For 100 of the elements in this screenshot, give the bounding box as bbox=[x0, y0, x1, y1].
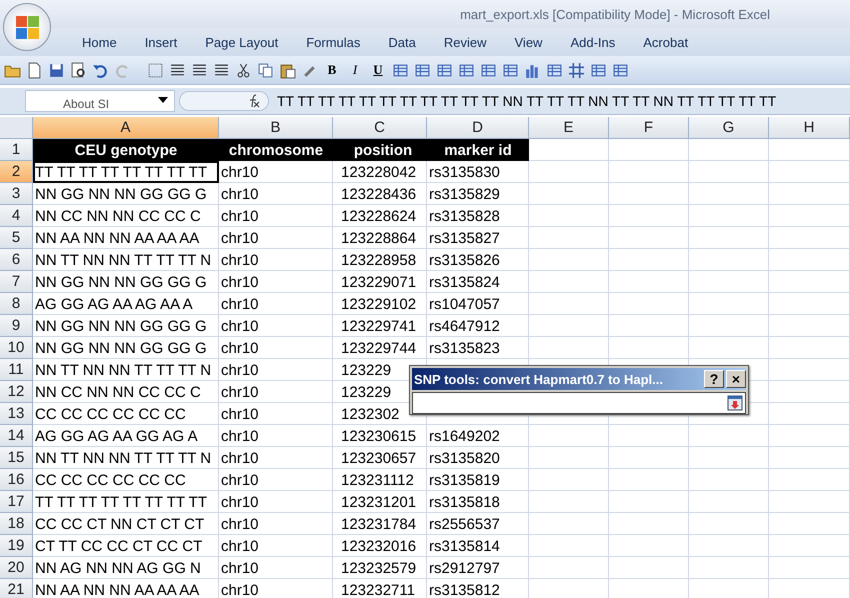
row-header[interactable]: 4 bbox=[0, 205, 33, 227]
row-header[interactable]: 13 bbox=[0, 403, 33, 425]
row-header[interactable]: 10 bbox=[0, 337, 33, 359]
table-icon[interactable] bbox=[612, 62, 629, 78]
row-header[interactable]: 19 bbox=[0, 535, 33, 557]
table-cell-text: NN GG NN NN GG GG G bbox=[34, 316, 208, 336]
table-cell-text: 123232579 bbox=[340, 558, 418, 578]
table-cell-text: AG GG AG AA AG AA A bbox=[34, 294, 194, 314]
row-header[interactable]: 7 bbox=[0, 271, 33, 293]
ribbon-tab[interactable]: Page Layout bbox=[191, 34, 292, 50]
window-title: mart_export.xls [Compatibility Mode] - Microsoft Excel bbox=[460, 6, 770, 22]
ribbon-tab[interactable]: Data bbox=[374, 34, 430, 50]
ribbon-tab[interactable]: Acrobat bbox=[629, 34, 702, 50]
row-header[interactable]: 17 bbox=[0, 491, 33, 513]
close-button[interactable]: × bbox=[726, 370, 746, 388]
row-header[interactable]: 18 bbox=[0, 513, 33, 535]
table-cell-text: rs3135826 bbox=[428, 250, 501, 270]
row-header[interactable]: 1 bbox=[0, 139, 33, 161]
copy-icon[interactable] bbox=[257, 62, 274, 78]
table-icon[interactable] bbox=[414, 62, 431, 78]
format-button[interactable]: B bbox=[323, 62, 341, 78]
table-cell-text: 123229 bbox=[340, 382, 392, 402]
column-header[interactable]: C bbox=[333, 117, 427, 139]
align-icon[interactable] bbox=[213, 62, 230, 78]
table-cell-text: NN GG NN NN GG GG G bbox=[34, 338, 208, 358]
table-icon[interactable] bbox=[502, 62, 519, 78]
row-header[interactable]: 2 bbox=[0, 161, 33, 183]
table-icon[interactable] bbox=[458, 62, 475, 78]
table-cell-text: rs3135812 bbox=[428, 580, 501, 598]
row-header[interactable]: 21 bbox=[0, 579, 33, 598]
row-header[interactable]: 6 bbox=[0, 249, 33, 271]
table-cell-text: chr10 bbox=[220, 426, 260, 446]
clipboard-icon[interactable] bbox=[279, 62, 296, 78]
align-icon[interactable] bbox=[191, 62, 208, 78]
row-header[interactable]: 15 bbox=[0, 447, 33, 469]
column-header[interactable]: D bbox=[427, 117, 529, 139]
grid-icon[interactable] bbox=[147, 62, 164, 78]
row-header[interactable]: 5 bbox=[0, 227, 33, 249]
row-header[interactable]: 9 bbox=[0, 315, 33, 337]
ribbon-tab[interactable]: View bbox=[500, 34, 556, 50]
scissors-icon[interactable] bbox=[235, 62, 252, 78]
column-title: CEU genotype bbox=[33, 139, 219, 161]
table-icon[interactable] bbox=[436, 62, 453, 78]
row-header[interactable]: 8 bbox=[0, 293, 33, 315]
column-title: chromosome bbox=[219, 139, 333, 161]
table-cell-text: chr10 bbox=[220, 514, 260, 534]
table-cell-text: 1232302 bbox=[340, 404, 400, 424]
page-icon[interactable] bbox=[26, 62, 43, 78]
table-cell-text: NN AA NN NN AA AA AA bbox=[34, 580, 200, 598]
table-icon[interactable] bbox=[392, 62, 409, 78]
column-header[interactable]: A bbox=[33, 117, 219, 139]
column-title: marker id bbox=[427, 139, 529, 161]
table-cell-text: NN AA NN NN AA AA AA bbox=[34, 228, 200, 248]
ribbon-tab[interactable]: Home bbox=[68, 34, 131, 50]
table-cell-text: 123232016 bbox=[340, 536, 418, 556]
ribbon-tab[interactable]: Formulas bbox=[292, 34, 374, 50]
row-header[interactable]: 14 bbox=[0, 425, 33, 447]
column-header[interactable]: G bbox=[689, 117, 769, 139]
row-header[interactable]: 20 bbox=[0, 557, 33, 579]
help-button[interactable]: ? bbox=[704, 370, 724, 388]
row-header[interactable]: 3 bbox=[0, 183, 33, 205]
column-header[interactable]: F bbox=[609, 117, 689, 139]
preview-icon[interactable] bbox=[70, 62, 87, 78]
table-icon[interactable] bbox=[546, 62, 563, 78]
ribbon-tab[interactable]: Insert bbox=[130, 34, 192, 50]
format-button[interactable]: U bbox=[369, 62, 387, 78]
table-icon[interactable] bbox=[480, 62, 497, 78]
table-cell-text: rs3135824 bbox=[428, 272, 501, 292]
table-cell-text: 123232711 bbox=[340, 580, 416, 598]
download-icon[interactable] bbox=[727, 395, 743, 411]
table-cell-text: chr10 bbox=[220, 228, 260, 248]
input-field[interactable] bbox=[412, 392, 746, 414]
table-cell-text: rs1649202 bbox=[428, 426, 501, 446]
align-icon[interactable] bbox=[169, 62, 186, 78]
column-header[interactable]: B bbox=[219, 117, 333, 139]
column-header[interactable]: E bbox=[529, 117, 609, 139]
table-cell-text: 123231784 bbox=[340, 514, 418, 534]
formula-field[interactable]: TT TT TT TT TT TT TT TT TT TT TT NN TT TT TT NN TT TT NN TT TT TT TT TT bbox=[277, 93, 776, 109]
name-box[interactable]: About SI bbox=[25, 90, 175, 112]
table-cell-text: chr10 bbox=[220, 360, 260, 380]
table-cell-text: 123230657 bbox=[340, 448, 418, 468]
table-cell-text: NN GG NN NN GG GG G bbox=[34, 272, 208, 292]
ribbon-tab[interactable]: Add-Ins bbox=[556, 34, 630, 50]
format-button[interactable]: I bbox=[346, 62, 364, 78]
table-cell-text: rs3135828 bbox=[428, 206, 501, 226]
row-header[interactable]: 16 bbox=[0, 469, 33, 491]
table-cell-text: chr10 bbox=[220, 272, 260, 292]
grid-lines-icon[interactable] bbox=[568, 62, 585, 78]
column-header[interactable]: H bbox=[769, 117, 850, 139]
table-cell-text: rs3135820 bbox=[428, 448, 501, 468]
table-cell-text: 123228864 bbox=[340, 228, 418, 248]
row-header[interactable]: 12 bbox=[0, 381, 33, 403]
table-icon[interactable] bbox=[590, 62, 607, 78]
office-logo-icon[interactable] bbox=[3, 3, 51, 51]
ribbon-tab[interactable]: Review bbox=[430, 34, 500, 50]
table-cell-text: 123229102 bbox=[340, 294, 418, 314]
row-header[interactable]: 11 bbox=[0, 359, 33, 381]
table-cell-text: rs3135823 bbox=[428, 338, 501, 358]
table-cell-text: chr10 bbox=[220, 580, 260, 598]
table-cell-text: rs3135818 bbox=[428, 492, 501, 512]
